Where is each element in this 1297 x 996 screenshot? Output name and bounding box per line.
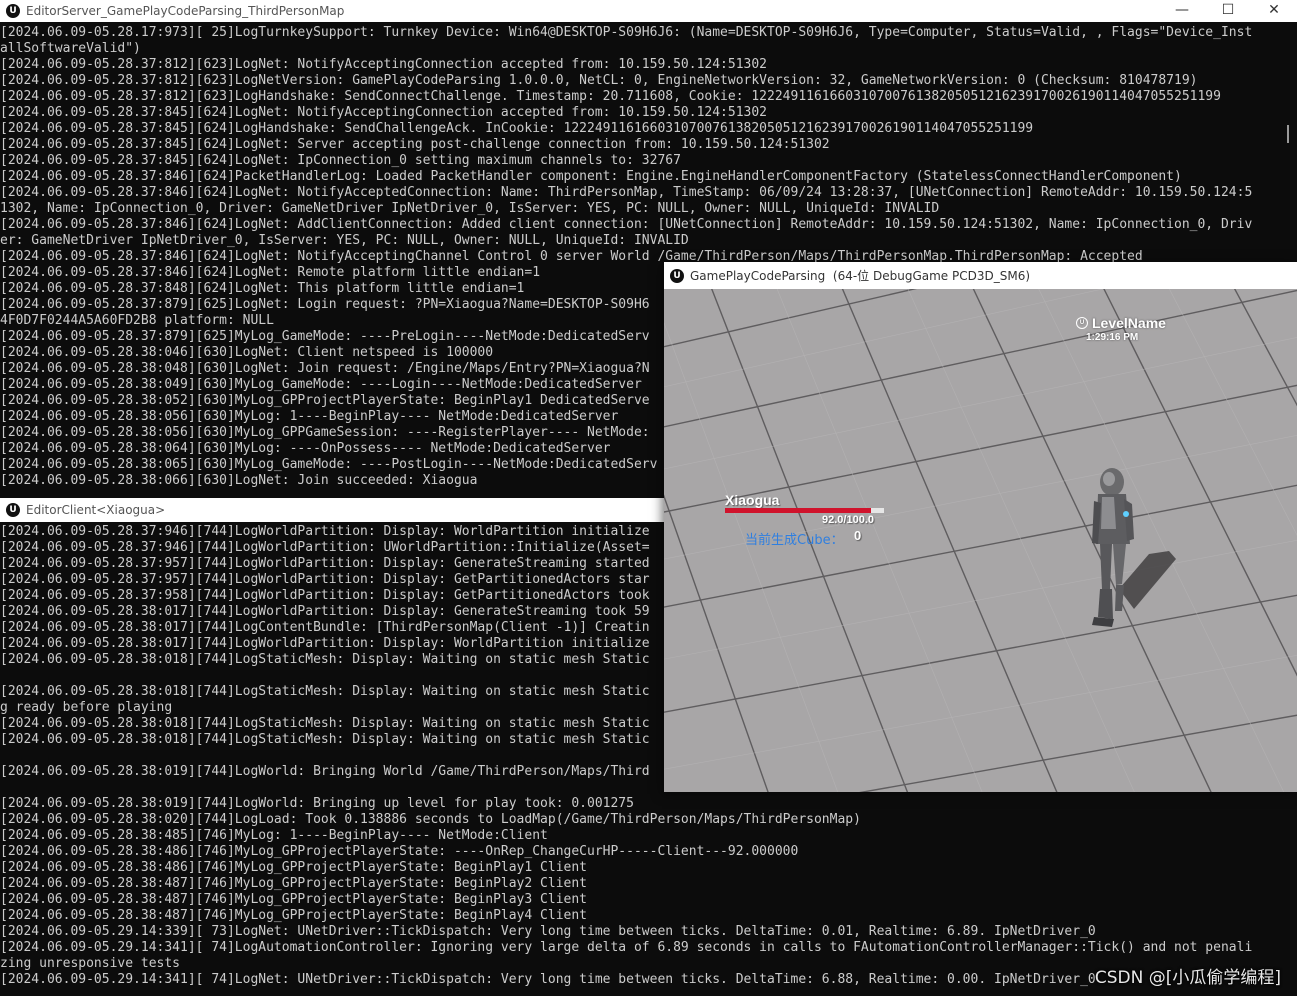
log-line: [2024.06.09-05.28.38:485][746]MyLog: 1--… (0, 828, 548, 843)
log-line: [2024.06.09-05.28.37:845][624]LogNet: Se… (0, 137, 830, 152)
log-line: [2024.06.09-05.29.14:341][ 74]LogNet: UN… (0, 972, 1096, 987)
log-line: [2024.06.09-05.28.38:487][746]MyLog_GPPr… (0, 892, 587, 907)
health-bar-fill (725, 508, 872, 513)
scrollbar-thumb[interactable] (1287, 125, 1289, 143)
game-window: U GamePlayCodeParsing (64-位 DebugGame PC… (664, 262, 1297, 792)
maximize-button[interactable]: ☐ (1205, 0, 1251, 22)
game-viewport[interactable]: U LevelName 1:29:16 PM Xiaogua 92.0/100.… (664, 289, 1297, 792)
log-line: [2024.06.09-05.28.38:486][746]MyLog_GPPr… (0, 844, 799, 859)
cube-count-label: 当前生成Cube： (745, 533, 844, 548)
log-line: [2024.06.09-05.29.14:341][ 74]LogAutomat… (0, 940, 1253, 955)
log-line: er: GameNetDriver IpNetDriver_0, IsServe… (0, 233, 689, 248)
hud-level-name: U LevelName (1076, 315, 1166, 331)
health-bar (725, 508, 884, 513)
log-line: [2024.06.09-05.28.37:846][624]LogNet: Ad… (0, 217, 1253, 232)
hud-clock: 1:29:16 PM (1086, 332, 1139, 343)
minimize-button[interactable]: — (1159, 0, 1205, 22)
log-line: [2024.06.09-05.28.37:812][623]LogNet: No… (0, 57, 768, 72)
player-name-label: Xiaogua (725, 492, 780, 508)
log-line: [2024.06.09-05.28.37:846][624]PacketHand… (0, 169, 1182, 184)
health-value-text: 92.0/100.0 (822, 514, 874, 526)
log-line: [2024.06.09-05.28.38:019][744]LogWorld: … (0, 796, 634, 811)
client-window-title: EditorClient<Xiaogua> (26, 503, 166, 517)
log-line: zing unresponsive tests (0, 956, 181, 971)
unreal-logo-icon: U (6, 4, 20, 18)
log-line: [2024.06.09-05.28.17:973][ 25]LogTurnkey… (0, 25, 1253, 40)
log-line: [2024.06.09-05.28.37:812][623]LogNetVers… (0, 73, 1198, 88)
unreal-logo-icon: U (670, 268, 684, 283)
log-line: [2024.06.09-05.28.37:846][624]LogNet: No… (0, 185, 1253, 200)
log-line: [2024.06.09-05.28.37:845][624]LogHandsha… (0, 121, 1034, 136)
game-window-title: GamePlayCodeParsing (64-位 DebugGame PCD3… (690, 269, 1031, 283)
level-name-text: LevelName (1092, 315, 1166, 331)
log-line: 1302, Name: IpConnection_0, Driver: Game… (0, 201, 940, 216)
log-line: allSoftwareValid") (0, 41, 141, 56)
game-window-titlebar[interactable]: U GamePlayCodeParsing (64-位 DebugGame PC… (664, 262, 1297, 289)
log-line: [2024.06.09-05.28.37:845][624]LogNet: No… (0, 105, 768, 120)
server-window-title: EditorServer_GamePlayCodeParsing_ThirdPe… (26, 4, 345, 18)
log-line: [2024.06.09-05.28.37:845][624]LogNet: Ip… (0, 153, 681, 168)
log-line: [2024.06.09-05.29.14:339][ 73]LogNet: UN… (0, 924, 1096, 939)
cube-count-value: 0 (854, 528, 862, 543)
log-line: [2024.06.09-05.28.37:812][623]LogHandsha… (0, 89, 1221, 104)
close-button[interactable]: ✕ (1251, 0, 1297, 22)
unreal-logo-icon: U (6, 503, 20, 517)
log-line: [2024.06.09-05.28.38:487][746]MyLog_GPPr… (0, 908, 587, 923)
unreal-mini-logo-icon: U (1076, 317, 1088, 329)
log-line: [2024.06.09-05.28.38:020][744]LogLoad: T… (0, 812, 861, 827)
server-window-titlebar[interactable]: U EditorServer_GamePlayCodeParsing_Third… (0, 0, 1297, 22)
log-line: [2024.06.09-05.28.38:486][746]MyLog_GPPr… (0, 860, 587, 875)
csdn-watermark: CSDN @[小瓜偷学编程] (1094, 968, 1281, 988)
log-line: [2024.06.09-05.28.38:487][746]MyLog_GPPr… (0, 876, 587, 891)
